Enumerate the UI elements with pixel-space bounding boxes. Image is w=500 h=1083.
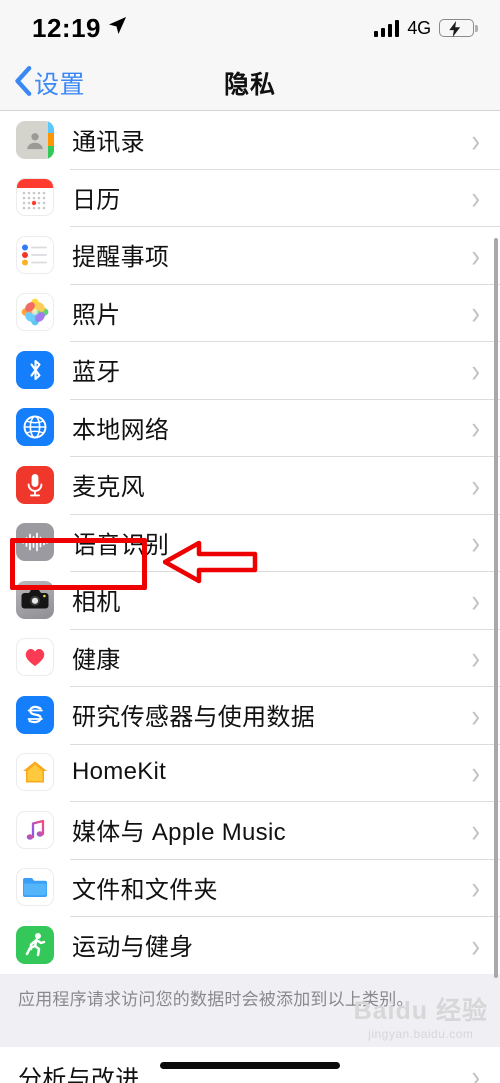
chevron-right-icon: › [471, 121, 480, 159]
microphone-icon [16, 465, 54, 504]
calendar-icon [16, 178, 54, 217]
local-network-icon [16, 408, 54, 447]
list-item-label: 日历 [72, 186, 121, 214]
chevron-right-icon: › [471, 811, 480, 849]
list-item-camera[interactable]: 相机 › [0, 571, 500, 629]
chevron-right-icon: › [471, 581, 480, 619]
research-sensor-icon [16, 695, 54, 734]
list-item-media-apple-music[interactable]: 媒体与 Apple Music › [0, 801, 500, 859]
files-icon [16, 868, 54, 907]
list-item-label: 分析与改进 [18, 1065, 140, 1083]
privacy-list: 通讯录 › 日历 › 提醒事项 › 照片 › 蓝牙 › 本地网络 › 麦克风 ›… [0, 111, 500, 974]
list-item-label: 通讯录 [72, 129, 145, 157]
list-item-local-network[interactable]: 本地网络 › [0, 398, 500, 456]
chevron-right-icon: › [471, 696, 480, 734]
section-gap [0, 1031, 500, 1048]
list-item-label: HomeKit [72, 758, 167, 786]
status-bar-left: 12:19 [32, 13, 127, 44]
battery-charging-icon [439, 19, 478, 37]
list-item-bluetooth[interactable]: 蓝牙 › [0, 341, 500, 399]
speech-recognition-icon [16, 523, 54, 562]
chevron-left-icon [14, 65, 32, 101]
list-item-label: 照片 [72, 301, 121, 329]
cellular-signal-icon [373, 19, 400, 37]
list-item-homekit[interactable]: HomeKit › [0, 743, 500, 801]
back-button[interactable]: 设置 [0, 65, 85, 101]
list-item-label: 研究传感器与使用数据 [72, 704, 315, 732]
chevron-right-icon: › [471, 523, 480, 561]
navigation-bar: 设置 隐私 [0, 56, 500, 111]
list-item-photos[interactable]: 照片 › [0, 283, 500, 341]
chevron-right-icon: › [471, 466, 480, 504]
list-item-contacts[interactable]: 通讯录 › [0, 111, 500, 169]
chevron-right-icon: › [471, 638, 480, 676]
chevron-right-icon: › [471, 753, 480, 791]
chevron-right-icon: › [471, 868, 480, 906]
chevron-right-icon: › [471, 926, 480, 964]
vertical-scrollbar[interactable] [494, 238, 498, 978]
list-item-reminders[interactable]: 提醒事项 › [0, 226, 500, 284]
status-bar-time: 12:19 [32, 12, 101, 43]
back-button-label: 设置 [34, 71, 86, 99]
motion-fitness-icon [16, 925, 54, 964]
contacts-icon [16, 120, 54, 159]
privacy-footer-note: 应用程序请求访问您的数据时会被添加到以上类别。 [0, 973, 500, 1032]
status-bar-right: 4G [373, 17, 478, 39]
chevron-right-icon: › [471, 1057, 480, 1083]
chevron-right-icon: › [471, 178, 480, 216]
list-item-label: 语音识别 [72, 531, 170, 559]
list-item-label: 麦克风 [72, 474, 145, 502]
list-item-research-sensor[interactable]: 研究传感器与使用数据 › [0, 686, 500, 744]
camera-icon [16, 580, 54, 619]
list-item-label: 健康 [72, 646, 121, 674]
list-item-calendar[interactable]: 日历 › [0, 168, 500, 226]
list-item-label: 蓝牙 [72, 359, 121, 387]
chevron-right-icon: › [471, 293, 480, 331]
list-item-label: 运动与健身 [72, 934, 194, 962]
bluetooth-icon [16, 350, 54, 389]
health-icon [16, 638, 54, 677]
list-item-speech-recognition[interactable]: 语音识别 › [0, 513, 500, 571]
home-indicator[interactable] [160, 1062, 340, 1069]
chevron-right-icon: › [471, 408, 480, 446]
chevron-right-icon: › [471, 236, 480, 274]
iphone-screen: 12:19 4G 设置 隐私 通讯录 › 日历 › 提醒事项 › 照片 › 蓝牙… [0, 0, 500, 1083]
reminders-icon [16, 235, 54, 274]
list-item-health[interactable]: 健康 › [0, 628, 500, 686]
list-item-label: 相机 [72, 589, 121, 617]
list-item-files-and-folders[interactable]: 文件和文件夹 › [0, 858, 500, 916]
network-type-label: 4G [407, 17, 431, 38]
list-item-label: 本地网络 [72, 416, 170, 444]
list-item-microphone[interactable]: 麦克风 › [0, 456, 500, 514]
list-item-label: 媒体与 Apple Music [72, 819, 286, 847]
photos-icon [16, 293, 54, 332]
chevron-right-icon: › [471, 351, 480, 389]
list-item-label: 提醒事项 [72, 244, 170, 272]
location-arrow-icon [108, 16, 127, 40]
music-icon [16, 810, 54, 849]
lightning-bolt-icon [449, 21, 461, 42]
list-item-label: 文件和文件夹 [72, 876, 218, 904]
homekit-icon [16, 753, 54, 792]
status-bar: 12:19 4G [0, 0, 500, 56]
list-item-motion-and-fitness[interactable]: 运动与健身 › [0, 916, 500, 974]
